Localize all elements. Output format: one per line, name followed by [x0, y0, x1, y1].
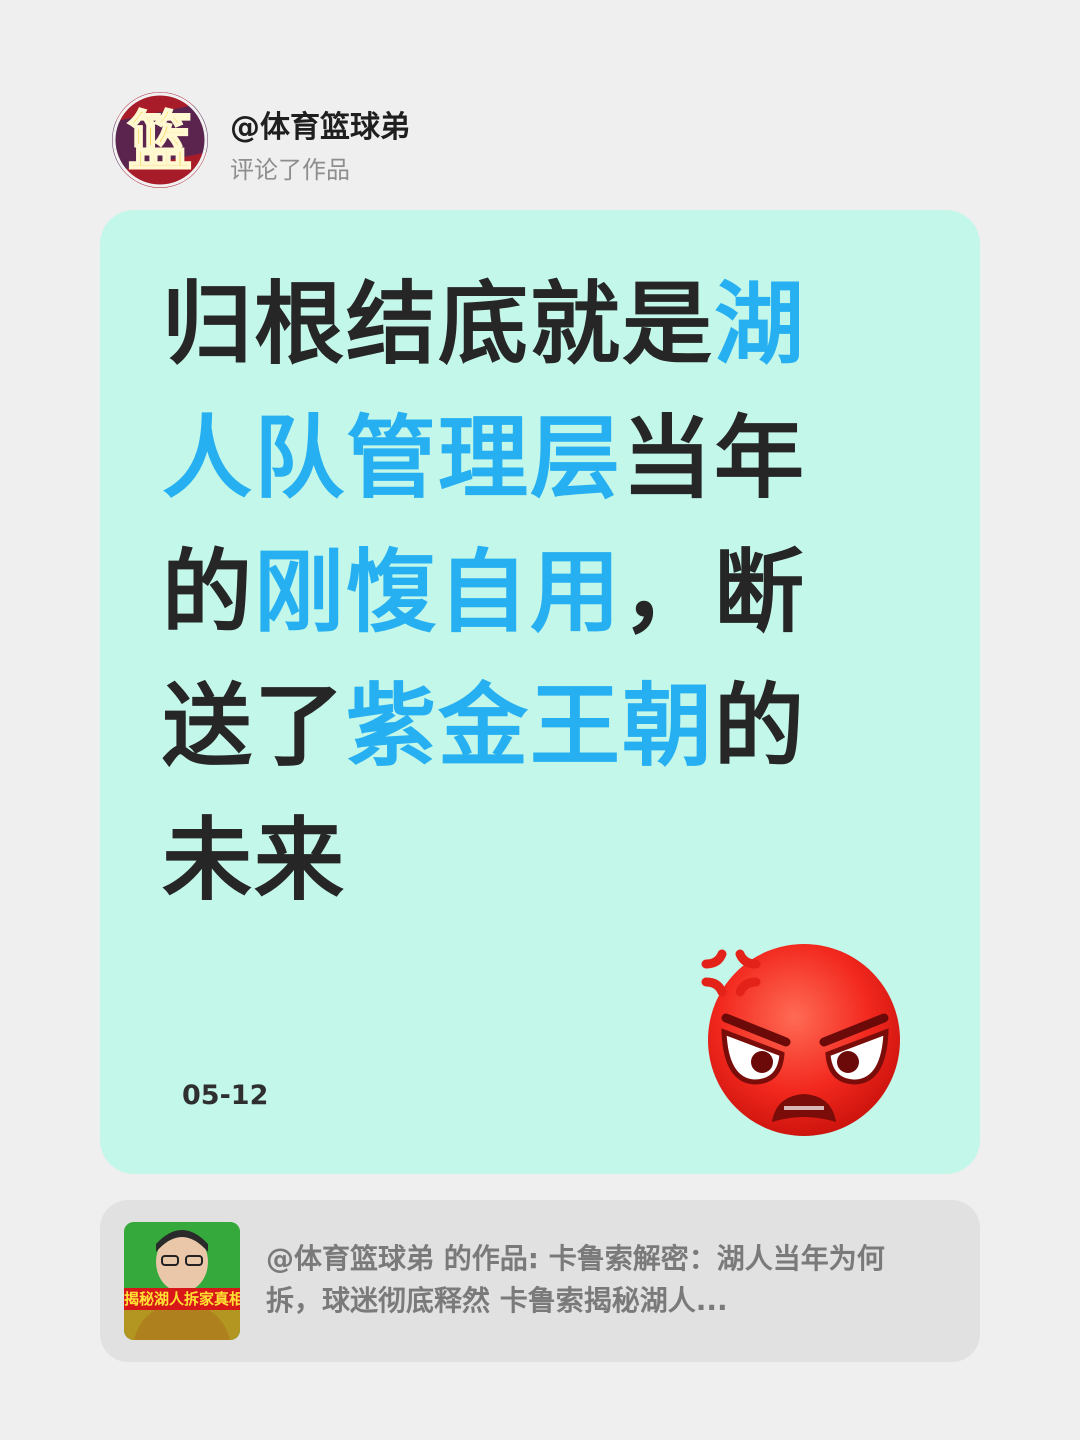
comment-text: 归根结底就是湖人队管理层当年的刚愎自用，断送了紫金王朝的未来 — [162, 258, 862, 928]
angry-face-icon — [696, 936, 910, 1136]
username[interactable]: @体育篮球弟 — [230, 102, 410, 146]
avatar-logo-text: 篮 — [128, 106, 192, 180]
video-thumbnail[interactable]: 揭秘湖人拆家真相 — [124, 1222, 240, 1340]
highlighted-phrase: 刚愎自用 — [254, 540, 622, 645]
referenced-video-card[interactable]: 揭秘湖人拆家真相 @体育篮球弟 的作品: 卡鲁索解密：湖人当年为何拆，球迷彻底释… — [100, 1200, 980, 1362]
highlighted-phrase: 紫金王朝 — [346, 674, 714, 779]
avatar[interactable]: 篮 — [112, 92, 208, 188]
post-header: 篮 @体育篮球弟 评论了作品 — [112, 92, 812, 188]
comment-card: 归根结底就是湖人队管理层当年的刚愎自用，断送了紫金王朝的未来 05-12 — [100, 210, 980, 1174]
comment-date: 05-12 — [182, 1080, 269, 1111]
comment-text-segment: 归根结底就是 — [162, 272, 714, 377]
referenced-video-title[interactable]: @体育篮球弟 的作品: 卡鲁索解密：湖人当年为何拆，球迷彻底释然 卡鲁索揭秘湖人… — [266, 1238, 926, 1322]
thumbnail-caption: 揭秘湖人拆家真相 — [124, 1288, 240, 1310]
action-label: 评论了作品 — [230, 156, 350, 184]
